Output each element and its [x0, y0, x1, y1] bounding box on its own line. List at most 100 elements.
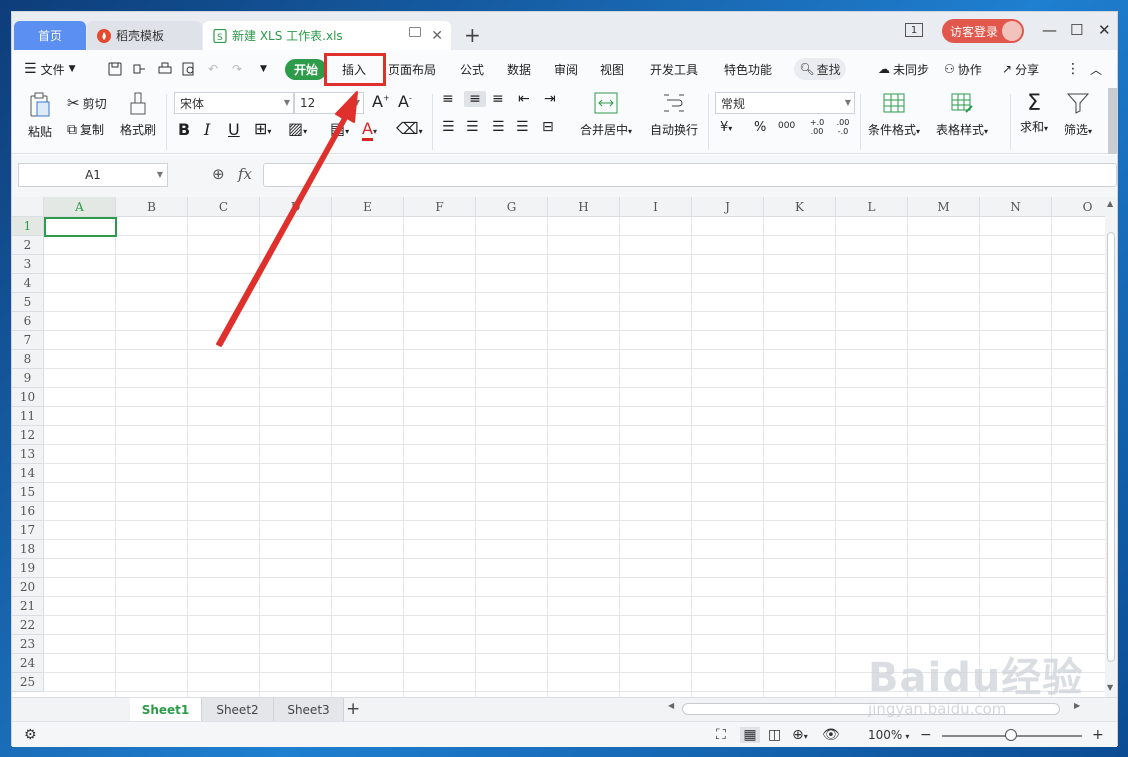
print-preview-icon[interactable] [182, 50, 196, 88]
menu-special[interactable]: 特色功能 [724, 50, 772, 88]
scroll-left-icon[interactable]: ◀ [668, 701, 674, 710]
row-header[interactable]: 21 [12, 597, 44, 616]
column-header[interactable]: D [260, 197, 332, 217]
menu-formula[interactable]: 公式 [460, 50, 484, 88]
row-header[interactable]: 17 [12, 521, 44, 540]
row-header[interactable]: 8 [12, 350, 44, 369]
column-header[interactable]: L [836, 197, 908, 217]
increase-indent-icon[interactable]: ⇥ [544, 91, 556, 107]
align-left-icon[interactable]: ☰ [442, 119, 455, 135]
row-header[interactable]: 5 [12, 293, 44, 312]
column-header[interactable]: H [548, 197, 620, 217]
font-size-select[interactable]: 12 ▼ [294, 92, 364, 114]
scroll-down-icon[interactable]: ▼ [1107, 683, 1113, 692]
export-icon[interactable] [132, 50, 146, 88]
distributed-icon[interactable]: ⊟ [542, 119, 554, 135]
row-header[interactable]: 22 [12, 616, 44, 635]
column-header[interactable]: G [476, 197, 548, 217]
row-header[interactable]: 1 [12, 217, 44, 236]
paste-button[interactable]: 粘贴 [24, 92, 56, 140]
table-style-button[interactable]: 表格样式▾ [936, 92, 988, 138]
copy-button[interactable]: ⧉ 复制 [67, 121, 104, 138]
window-count-icon[interactable]: 1 [905, 23, 923, 37]
row-header[interactable]: 12 [12, 426, 44, 445]
tab-template[interactable]: 稻壳模板 [87, 21, 202, 50]
thousands-button[interactable]: 000 [778, 121, 795, 131]
row-header[interactable]: 14 [12, 464, 44, 483]
column-header[interactable]: B [116, 197, 188, 217]
sum-button[interactable]: Σ 求和▾ [1020, 92, 1048, 135]
align-middle-icon[interactable]: ≡ [464, 91, 486, 107]
filter-button[interactable]: 筛选▾ [1064, 92, 1092, 138]
row-header[interactable]: 13 [12, 445, 44, 464]
font-name-select[interactable]: 宋体 ▼ [174, 92, 294, 114]
maximize-icon[interactable]: ☐ [1070, 21, 1083, 39]
menu-view[interactable]: 视图 [600, 50, 624, 88]
add-sheet-button[interactable]: + [346, 699, 360, 719]
row-header[interactable]: 10 [12, 388, 44, 407]
vertical-scrollbar[interactable]: ▲ ▼ [1105, 197, 1117, 697]
column-header[interactable]: A [44, 197, 116, 217]
select-all-corner[interactable] [12, 197, 44, 217]
zoom-slider-knob[interactable] [1005, 729, 1017, 741]
eye-protection-icon[interactable]: 👁︎ [822, 727, 840, 743]
fx-icon[interactable]: fx [238, 165, 252, 183]
share-button[interactable]: ↗ 分享 [1002, 50, 1039, 88]
scroll-up-icon[interactable]: ▲ [1107, 199, 1113, 208]
highlight-icon[interactable]: ▤▾ [330, 119, 349, 138]
border-icon[interactable]: ⊞▾ [254, 119, 271, 138]
italic-button[interactable]: I [204, 120, 210, 139]
fullscreen-icon[interactable]: ⛶ [716, 727, 726, 743]
row-header[interactable]: 11 [12, 407, 44, 426]
normal-view-icon[interactable]: ▦ [740, 727, 760, 743]
zoom-level[interactable]: 100% ▾ [868, 728, 909, 742]
row-header[interactable]: 4 [12, 274, 44, 293]
float-window-icon[interactable] [409, 27, 421, 37]
search-button[interactable]: 🔍︎ 查找 [794, 58, 846, 80]
currency-button[interactable]: ¥▾ [720, 120, 732, 135]
wrap-text-button[interactable]: 自动换行 [650, 92, 698, 138]
column-header[interactable]: M [908, 197, 980, 217]
format-painter-button[interactable]: 格式刷 [120, 92, 156, 138]
column-header[interactable]: K [764, 197, 836, 217]
undo-icon[interactable]: ↶ [208, 50, 218, 88]
collab-button[interactable]: ⚇ 协作 [944, 50, 982, 88]
page-break-icon[interactable]: ⊕▾ [792, 727, 808, 743]
vertical-scroll-thumb[interactable] [1107, 232, 1115, 662]
row-header[interactable]: 19 [12, 559, 44, 578]
tab-file[interactable]: S 新建 XLS 工作表.xls ✕ [203, 21, 451, 50]
decrease-decimal-button[interactable]: .00 -.0 [832, 118, 854, 136]
number-format-select[interactable]: 常规 ▼ [715, 92, 855, 114]
collapse-ribbon-icon[interactable]: ︿ [1090, 50, 1102, 88]
font-color-button[interactable]: A▾ [362, 119, 377, 141]
sheet-tab-sheet3[interactable]: Sheet3 [274, 698, 344, 721]
menu-start[interactable]: 开始 [285, 59, 327, 80]
menu-dev-tools[interactable]: 开发工具 [650, 50, 698, 88]
percent-button[interactable]: % [754, 120, 766, 135]
fill-color-icon[interactable]: ▨▾ [288, 119, 307, 138]
selected-cell[interactable] [44, 217, 117, 237]
zoom-formula-icon[interactable]: ⊕ [212, 165, 225, 183]
conditional-format-button[interactable]: 条件格式▾ [868, 92, 920, 138]
row-header[interactable]: 25 [12, 673, 44, 692]
bold-button[interactable]: B [178, 120, 190, 139]
zoom-in-icon[interactable]: + [1092, 727, 1104, 743]
macro-record-icon[interactable]: ⚙ [24, 727, 37, 743]
menu-page-layout[interactable]: 页面布局 [388, 50, 436, 88]
save-icon[interactable] [108, 50, 122, 88]
row-header[interactable]: 15 [12, 483, 44, 502]
close-tab-icon[interactable]: ✕ [431, 28, 443, 44]
column-header[interactable]: F [404, 197, 476, 217]
column-header[interactable]: J [692, 197, 764, 217]
name-box[interactable]: A1 ▼ [18, 163, 168, 187]
increase-decimal-button[interactable]: +.0 .00 [806, 118, 828, 136]
align-right-icon[interactable]: ☰ [492, 119, 505, 135]
column-header[interactable]: O [1052, 197, 1105, 217]
row-header[interactable]: 18 [12, 540, 44, 559]
row-header[interactable]: 3 [12, 255, 44, 274]
close-window-icon[interactable]: ✕ [1098, 21, 1111, 39]
merge-center-button[interactable]: 合并居中▾ [580, 92, 632, 138]
decrease-font-icon[interactable]: A- [398, 92, 412, 111]
minimize-icon[interactable]: — [1042, 21, 1057, 39]
row-header[interactable]: 24 [12, 654, 44, 673]
